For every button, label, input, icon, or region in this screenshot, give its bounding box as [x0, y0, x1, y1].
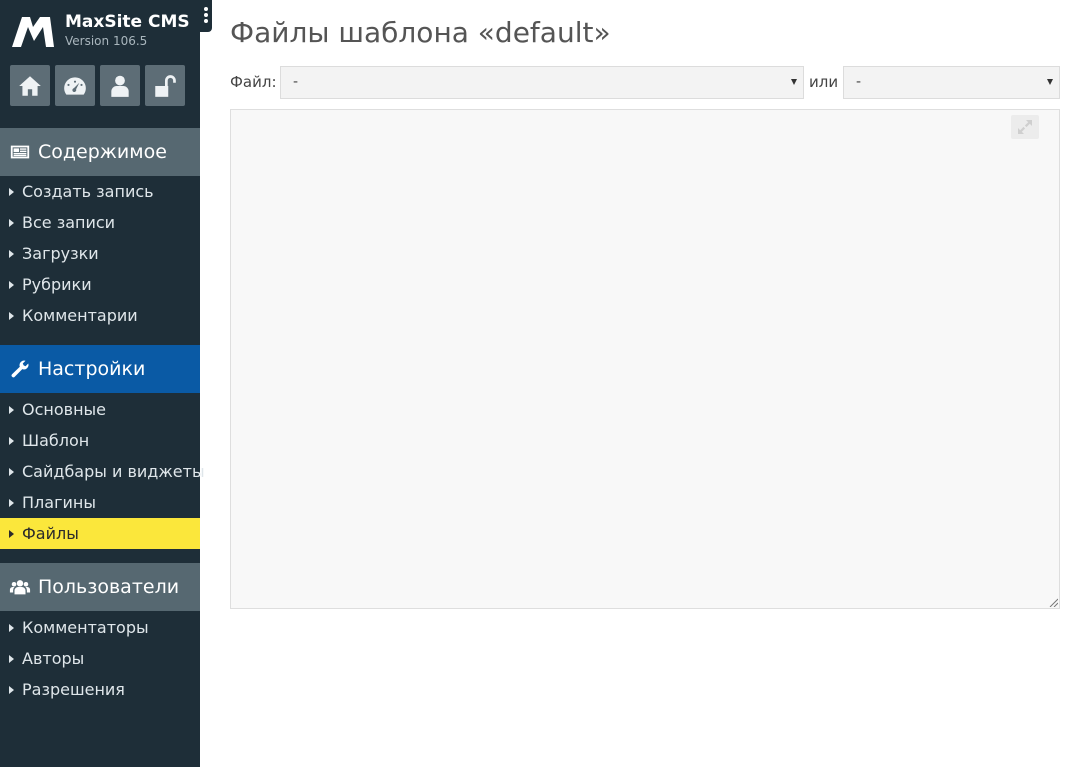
caret-right-icon	[9, 405, 14, 414]
unlock-icon	[155, 74, 176, 97]
sidebar-item-files[interactable]: Файлы	[0, 518, 200, 549]
caret-right-icon	[9, 249, 14, 258]
kebab-dot	[204, 19, 208, 23]
home-button[interactable]	[10, 65, 50, 106]
newspaper-icon	[10, 145, 30, 159]
section-users-title: Пользователи	[38, 576, 180, 598]
file-select[interactable]: -	[280, 66, 804, 99]
expand-icon	[1018, 120, 1032, 134]
sidebar-item-commenters[interactable]: Комментаторы	[0, 612, 200, 643]
brand[interactable]: MaxSite CMS Version 106.5	[0, 0, 200, 60]
caret-right-icon	[9, 467, 14, 476]
profile-button[interactable]	[100, 65, 140, 106]
section-users[interactable]: Пользователи	[0, 563, 200, 611]
file-select-row: Файл: - или -	[230, 66, 1060, 99]
caret-right-icon	[9, 498, 14, 507]
caret-right-icon	[9, 218, 14, 227]
resize-handle-icon[interactable]	[1048, 597, 1058, 607]
sidebar-item-authors[interactable]: Авторы	[0, 643, 200, 674]
user-icon	[111, 75, 129, 97]
sidebar: MaxSite CMS Version 106.5 Содержимое Соз…	[0, 0, 205, 767]
dashboard-icon	[64, 76, 86, 95]
kebab-dot	[204, 13, 208, 17]
file-label: Файл:	[230, 73, 277, 91]
brand-name: MaxSite CMS	[65, 12, 190, 32]
dropdown-arrow-icon	[791, 79, 797, 85]
caret-right-icon	[9, 311, 14, 320]
kebab-dot	[204, 7, 208, 11]
sidebar-item-uploads[interactable]: Загрузки	[0, 238, 200, 269]
users-icon	[9, 580, 31, 595]
wrench-icon	[11, 360, 29, 378]
sidebar-menu-toggle[interactable]	[200, 0, 212, 32]
sidebar-item-permissions[interactable]: Разрешения	[0, 674, 200, 705]
users-menu: Комментаторы Авторы Разрешения	[0, 612, 200, 705]
dashboard-button[interactable]	[55, 65, 95, 106]
page-title: Файлы шаблона «default»	[230, 16, 611, 49]
quick-buttons	[10, 65, 185, 106]
caret-right-icon	[9, 529, 14, 538]
sidebar-item-sidebars-widgets[interactable]: Сайдбары и виджеты	[0, 456, 205, 487]
dropdown-arrow-icon	[1047, 79, 1053, 85]
sidebar-item-general[interactable]: Основные	[0, 394, 200, 425]
home-icon	[19, 75, 41, 96]
section-settings[interactable]: Настройки	[0, 345, 200, 393]
caret-right-icon	[9, 654, 14, 663]
sidebar-item-categories[interactable]: Рубрики	[0, 269, 200, 300]
section-content[interactable]: Содержимое	[0, 128, 200, 176]
brand-version: Version 106.5	[65, 34, 148, 48]
section-content-title: Содержимое	[38, 141, 167, 163]
sidebar-item-plugins[interactable]: Плагины	[0, 487, 200, 518]
fullscreen-button[interactable]	[1011, 115, 1039, 139]
caret-right-icon	[9, 280, 14, 289]
sidebar-item-all-posts[interactable]: Все записи	[0, 207, 200, 238]
caret-right-icon	[9, 187, 14, 196]
or-label: или	[809, 73, 839, 91]
caret-right-icon	[9, 685, 14, 694]
file-editor[interactable]	[230, 109, 1060, 609]
sidebar-item-comments[interactable]: Комментарии	[0, 300, 200, 331]
section-settings-title: Настройки	[38, 358, 146, 380]
settings-menu: Основные Шаблон Сайдбары и виджеты Плаги…	[0, 394, 205, 549]
sidebar-item-template[interactable]: Шаблон	[0, 425, 200, 456]
caret-right-icon	[9, 623, 14, 632]
caret-right-icon	[9, 436, 14, 445]
maxsite-logo-icon	[12, 17, 54, 47]
secondary-file-select[interactable]: -	[843, 66, 1060, 99]
content-menu: Создать запись Все записи Загрузки Рубри…	[0, 176, 200, 331]
logout-button[interactable]	[145, 65, 185, 106]
sidebar-item-create-post[interactable]: Создать запись	[0, 176, 200, 207]
